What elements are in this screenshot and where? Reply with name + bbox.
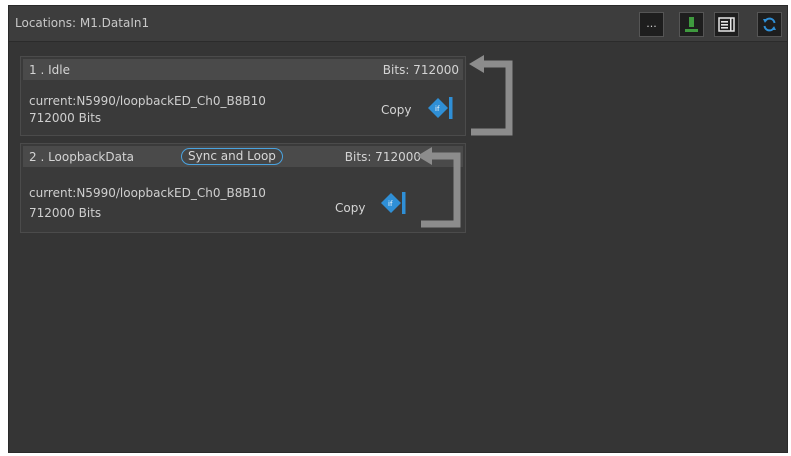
more-label: ... (646, 17, 657, 30)
loop-arrow-loopbackdata (417, 147, 461, 228)
segment-bit-count: 712000 Bits (29, 111, 102, 125)
transition-copy-label: Copy (381, 103, 412, 117)
list-panel-icon (718, 17, 735, 32)
segment-pattern-path: current:N5990/loopbackED_Ch0_B8B10 (29, 186, 266, 200)
transition-if-icon[interactable]: if (380, 190, 412, 216)
segment-header: 1 . Idle Bits: 712000 (23, 59, 463, 80)
transition-copy-label: Copy (335, 201, 366, 215)
more-button[interactable]: ... (639, 12, 664, 37)
list-panel-button[interactable] (714, 12, 739, 37)
segment-bits: Bits: 712000 (382, 63, 459, 77)
svg-text:if: if (435, 105, 440, 113)
segment-name: 2 . LoopbackData (29, 150, 135, 164)
segment-name: 1 . Idle (29, 63, 70, 77)
loop-arrow-idle (469, 55, 513, 136)
segment-pattern-path: current:N5990/loopbackED_Ch0_B8B10 (29, 94, 266, 108)
segment-bits: Bits: 712000 (344, 150, 421, 164)
segment-card-loopbackdata[interactable]: 2 . LoopbackData Sync and Loop Bits: 712… (20, 143, 466, 233)
svg-text:if: if (388, 200, 393, 208)
refresh-icon (763, 17, 776, 32)
transition-if-icon[interactable]: if (427, 95, 459, 121)
segment-card-idle[interactable]: 1 . Idle Bits: 712000 current:N5990/loop… (20, 56, 466, 136)
title-bar: Locations: M1.DataIn1 ... (9, 6, 787, 42)
upload-button[interactable] (679, 12, 704, 37)
segment-bit-count: 712000 Bits (29, 206, 102, 220)
refresh-button[interactable] (757, 12, 782, 37)
window-title: Locations: M1.DataIn1 (15, 16, 150, 30)
locations-window: Locations: M1.DataIn1 ... 1 . Idle Bits:… (8, 5, 788, 453)
sync-and-loop-badge[interactable]: Sync and Loop (181, 148, 283, 165)
upload-icon (685, 17, 698, 32)
segment-header: 2 . LoopbackData Sync and Loop Bits: 712… (23, 146, 463, 167)
